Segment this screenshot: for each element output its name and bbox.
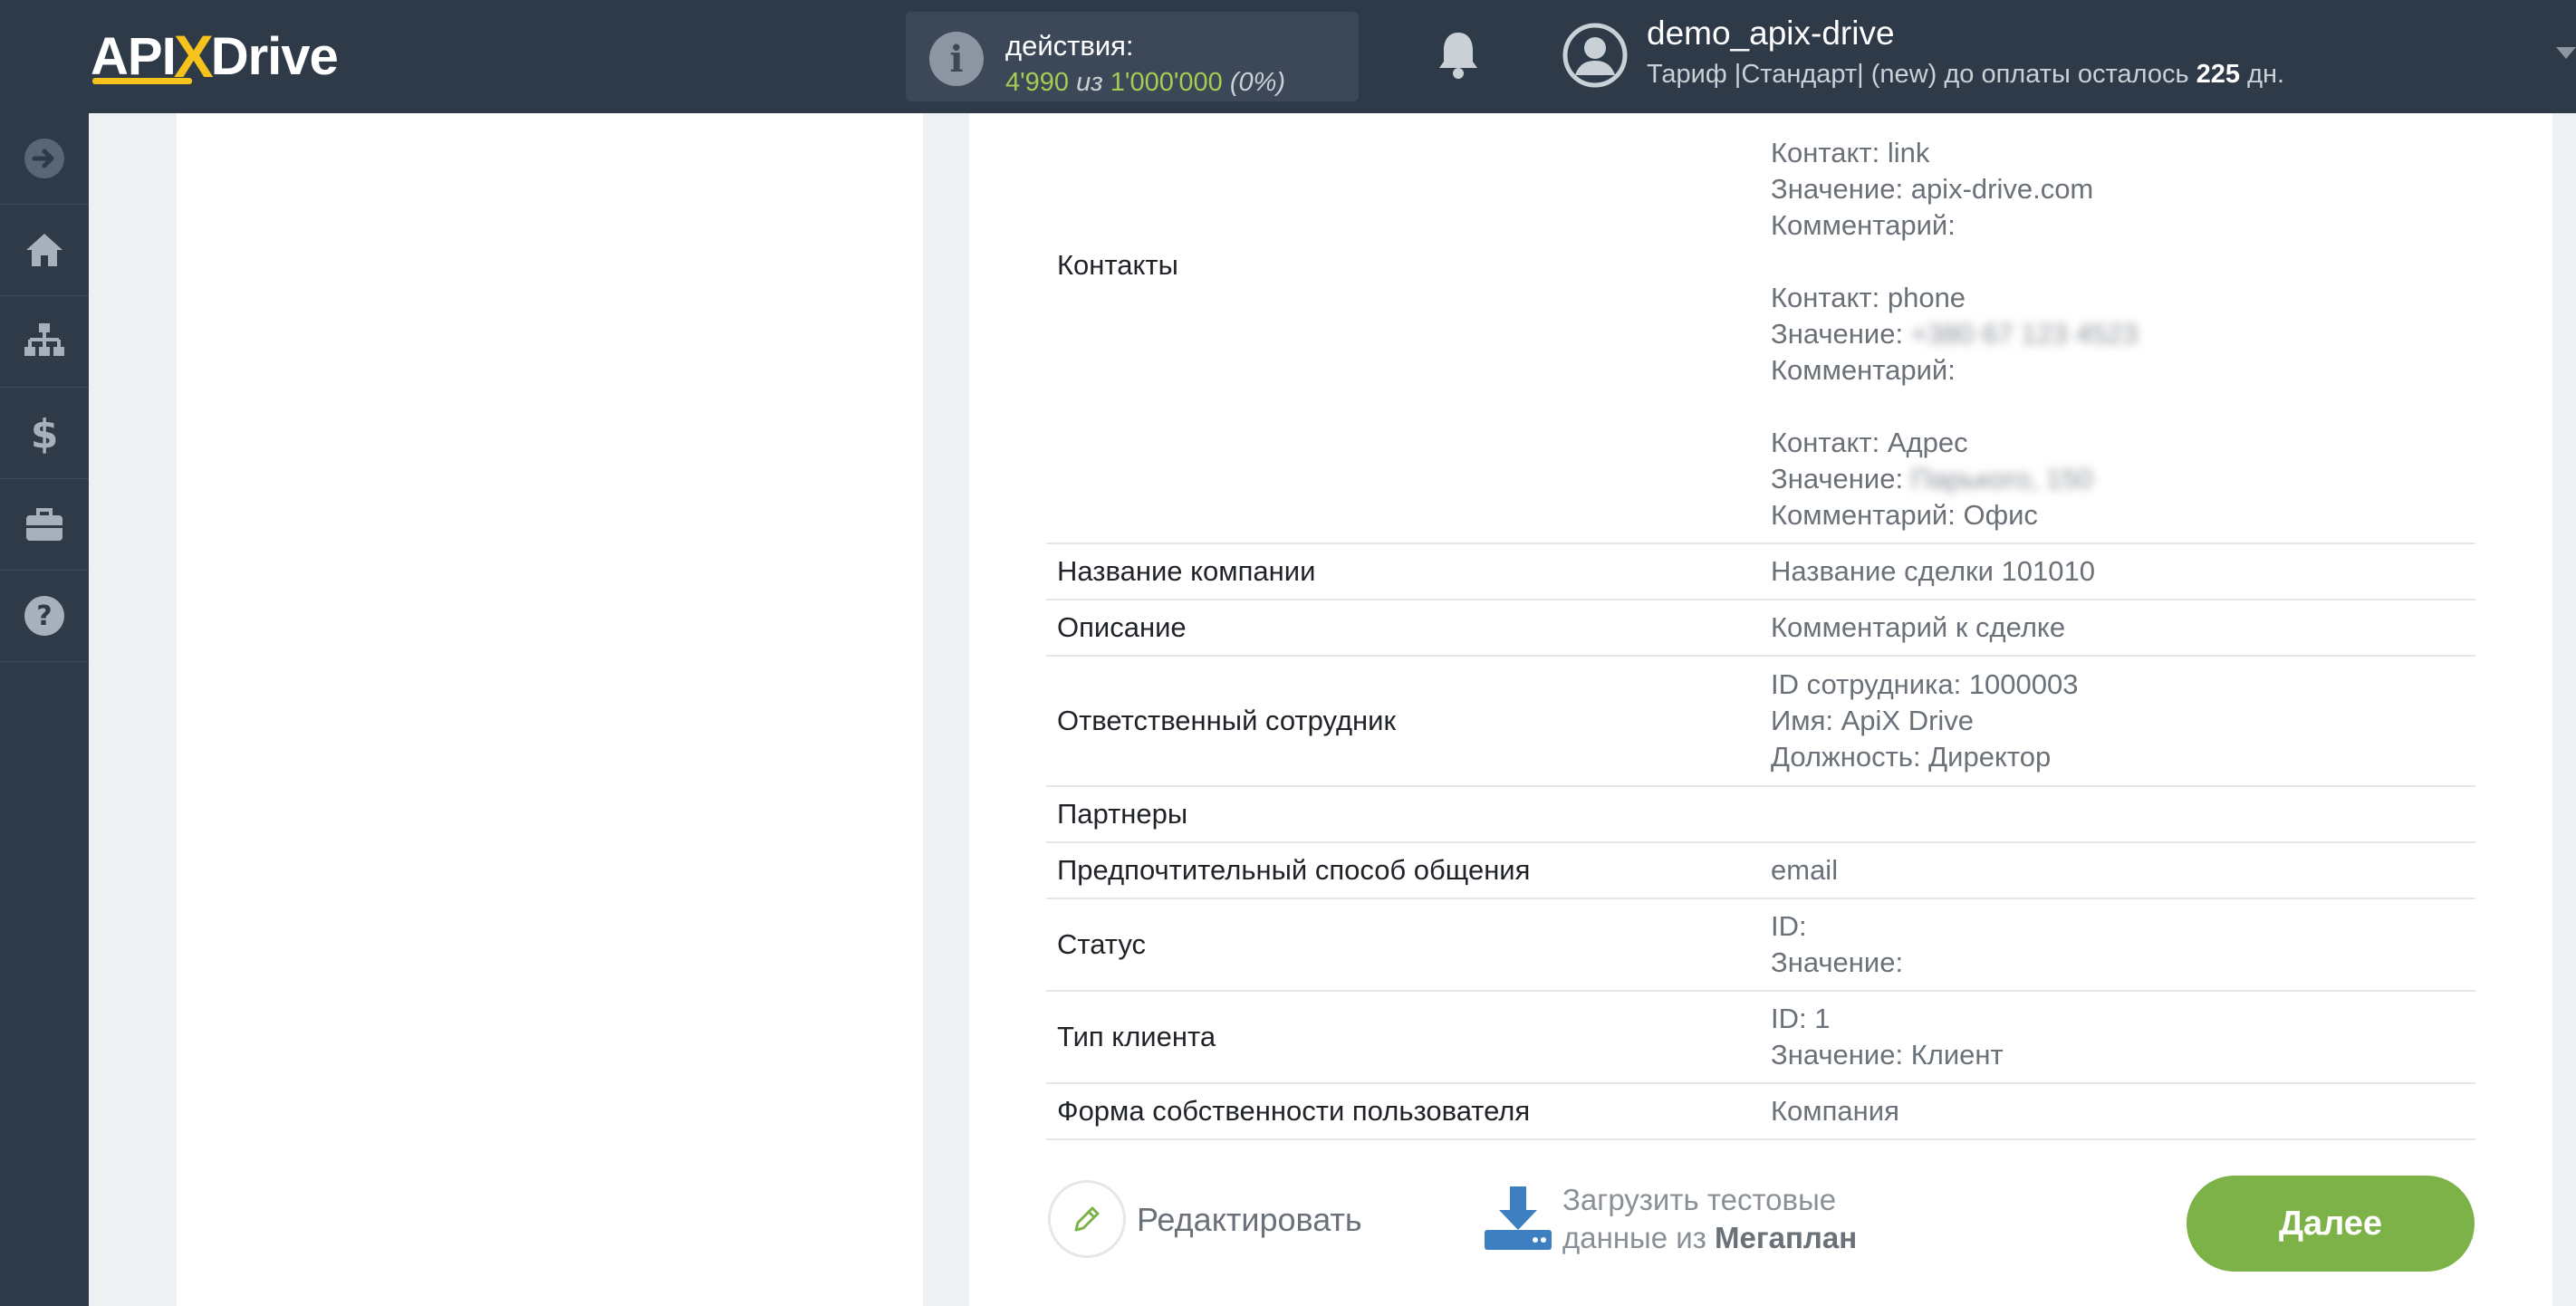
table-row: Предпочтительный способ общения email (1046, 843, 2475, 899)
top-bar: API X Drive i действия: 4'990 из 1'000'000… (0, 0, 2576, 113)
home-icon (26, 234, 62, 266)
row-key: Форма собственности пользователя (1057, 1095, 1531, 1127)
actions-label: действия: (1005, 30, 1134, 62)
table-row: Название компании Название сделки 101010 (1046, 544, 2475, 600)
row-value: Компания (1771, 1093, 1899, 1129)
help-icon: ? (24, 596, 64, 636)
left-panel (177, 113, 923, 1306)
sidebar-item-billing[interactable]: $ (0, 388, 89, 479)
actions-counter: i действия: 4'990 из 1'000'000 (0%) (906, 12, 1359, 101)
row-value: Контакт: link Значение: apix-drive.com К… (1771, 135, 2139, 533)
user-name[interactable]: demo_apix-drive (1647, 14, 1895, 53)
table-row: Форма собственности пользователя Компани… (1046, 1084, 2475, 1140)
tariff-days: 225 (2196, 60, 2241, 89)
value-line: Комментарий: (1771, 209, 1956, 241)
value-line: Компания (1771, 1095, 1899, 1127)
value-line: Должность: Директор (1771, 741, 2052, 773)
logo-underline (92, 78, 192, 84)
table-row: Партнеры (1046, 787, 2475, 843)
table-row: Описание Комментарий к сделке (1046, 600, 2475, 657)
row-value: Комментарий к сделке (1771, 610, 2065, 646)
value-line: ID сотрудника: 1000003 (1771, 668, 2079, 700)
tariff-days-suffix: дн. (2247, 60, 2285, 89)
row-value: Название сделки 101010 (1771, 553, 2095, 590)
value-line: ID: (1771, 910, 1807, 942)
row-key: Контакты (1057, 249, 1178, 281)
row-key: Партнеры (1057, 798, 1188, 830)
value-line: Значение: (1771, 946, 1904, 978)
tariff-text: Тариф |Стандарт| (new) до оплаты осталос… (1647, 60, 2189, 89)
value-line: Контакт: phone (1771, 282, 1966, 313)
actions-of: из (1076, 68, 1103, 97)
actions-total: 1'000'000 (1110, 68, 1223, 97)
value-line: Комментарий: (1771, 354, 1956, 386)
row-key: Предпочтительный способ общения (1057, 854, 1531, 886)
row-value: ID: 1 Значение: Клиент (1771, 1001, 2004, 1073)
download-source-name: Мегаплан (1715, 1221, 1858, 1254)
value-line: Значение: Парького, 150 (1771, 461, 2139, 497)
value-line: Название сделки 101010 (1771, 555, 2095, 587)
user-avatar-icon[interactable] (1562, 23, 1628, 88)
blurred-address: Парького, 150 (1910, 463, 2093, 495)
chevron-down-icon[interactable] (2556, 47, 2576, 59)
download-test-data-button[interactable]: Загрузить тестовые данные из Мегаплан (1562, 1181, 1857, 1257)
svg-text:?: ? (36, 600, 52, 632)
value-line: Значение: +380 67 123 4523 (1771, 316, 2139, 352)
value-text: Значение: (1771, 318, 1904, 350)
value-line: ID: 1 (1771, 1003, 1831, 1034)
blurred-phone: +380 67 123 4523 (1910, 318, 2139, 350)
table-row: Тип клиента ID: 1 Значение: Клиент (1046, 992, 2475, 1084)
table-row: Статус ID: Значение: (1046, 899, 2475, 992)
sidebar-item-collapse[interactable] (0, 113, 89, 205)
sidebar: $ ? (0, 113, 89, 1306)
sitemap-icon (24, 323, 64, 356)
row-value: ID: Значение: (1771, 908, 1903, 981)
row-key: Название компании (1057, 555, 1316, 587)
download-line-1: Загрузить тестовые (1562, 1183, 1837, 1216)
row-key: Описание (1057, 611, 1187, 643)
value-line: Комментарий к сделке (1771, 611, 2066, 643)
actions-percent: (0%) (1229, 68, 1286, 97)
table-row: Контакты Контакт: link Значение: apix-dr… (1046, 131, 2475, 544)
row-value: email (1771, 852, 1838, 888)
table-row: Ответственный сотрудник ID сотрудника: 1… (1046, 657, 2475, 787)
data-table: Контакты Контакт: link Значение: apix-dr… (1046, 131, 2475, 1140)
scrollbar-track[interactable] (2552, 113, 2576, 1306)
tariff-info: Тариф |Стандарт| (new) до оплаты осталос… (1647, 60, 2284, 90)
value-line: Контакт: Адрес (1771, 427, 1968, 458)
bell-icon[interactable] (1436, 29, 1481, 80)
value-line: email (1771, 854, 1839, 886)
pencil-icon (1074, 1206, 1100, 1232)
edit-label[interactable]: Редактировать (1137, 1201, 1362, 1239)
row-value: ID сотрудника: 1000003 Имя: ApiX Drive Д… (1771, 667, 2079, 775)
edit-button[interactable] (1048, 1180, 1126, 1258)
value-line: Значение: apix-drive.com (1771, 173, 2094, 205)
briefcase-icon (26, 508, 62, 541)
sidebar-item-home[interactable] (0, 205, 89, 296)
sidebar-item-help[interactable]: ? (0, 571, 89, 662)
download-line-2-prefix: данные из (1562, 1221, 1706, 1254)
logo-text-drive: Drive (210, 26, 339, 86)
value-line: Контакт: link (1771, 137, 1930, 168)
download-line-2: данные из Мегаплан (1562, 1219, 1857, 1257)
arrow-right-circle-icon (24, 139, 64, 178)
value-line: Значение: Клиент (1771, 1039, 2004, 1071)
value-line: Комментарий: Офис (1771, 499, 2038, 531)
value-spacer (1771, 389, 2139, 425)
dollar-icon: $ (31, 411, 59, 455)
actions-used: 4'990 (1005, 68, 1070, 97)
download-icon[interactable] (1483, 1185, 1553, 1252)
svg-text:$: $ (31, 411, 59, 455)
value-line: Имя: ApiX Drive (1771, 705, 1975, 736)
row-key: Тип клиента (1057, 1021, 1216, 1052)
sidebar-item-services[interactable] (0, 479, 89, 571)
next-button[interactable]: Далее (2187, 1176, 2475, 1272)
sidebar-item-connections[interactable] (0, 296, 89, 388)
row-key: Статус (1057, 928, 1146, 960)
value-text: Значение: (1771, 463, 1904, 495)
value-spacer (1771, 244, 2139, 280)
row-key: Ответственный сотрудник (1057, 705, 1397, 736)
info-icon: i (929, 32, 984, 86)
actions-count: 4'990 из 1'000'000 (0%) (1005, 68, 1285, 98)
